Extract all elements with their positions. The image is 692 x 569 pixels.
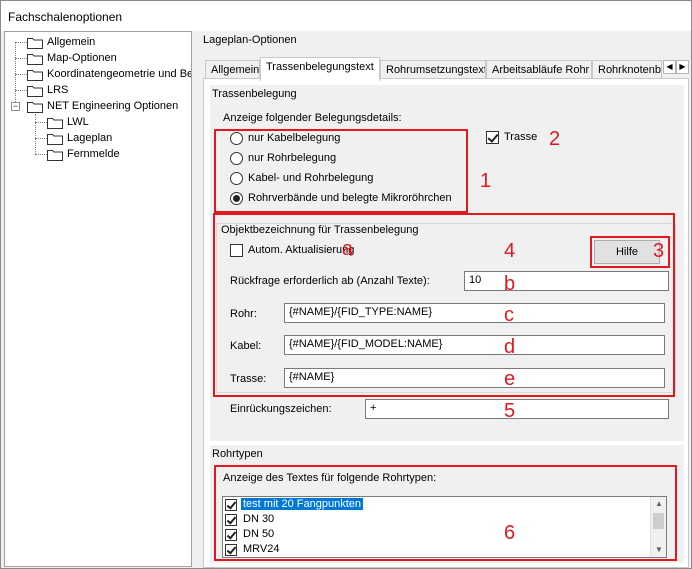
tab-trassenbelegungstext[interactable]: Trassenbelegungstext [260, 57, 380, 81]
tree-line [15, 90, 27, 91]
tree-item-label: NET Engineering Optionen [47, 100, 179, 112]
tab-rohrumsetzungstext[interactable]: Rohrumsetzungstext [380, 60, 486, 80]
window-title: Fachschalenoptionen [8, 10, 123, 24]
tree-line [15, 74, 27, 75]
tab-arbeitsablaeufe-rohr[interactable]: Arbeitsabläufe Rohr [486, 60, 592, 80]
tab-page-trassenbelegungstext: Trassenbelegung Anzeige folgender Belegu… [203, 78, 689, 568]
tree-item-label: Map-Optionen [47, 52, 117, 64]
annotation-box-1 [214, 129, 468, 213]
tab-rohrknotenbel[interactable]: Rohrknotenbel [592, 60, 662, 80]
tree-item-label: Fernmelde [67, 148, 120, 160]
folder-icon [27, 70, 43, 81]
annotation-5: 5 [504, 400, 516, 422]
details-label: Anzeige folgender Belegungsdetails: [223, 112, 402, 124]
tree-line [15, 42, 16, 108]
folder-icon [47, 118, 63, 129]
folder-icon [27, 86, 43, 97]
tree-line [35, 154, 47, 155]
tab-scroll-left-icon[interactable]: ◀ [663, 60, 676, 74]
tree-line [35, 138, 47, 139]
tree-item-label: LRS [47, 84, 69, 96]
options-dialog: Fachschalenoptionen Allgemein Map-Option… [0, 0, 692, 569]
tab-scroll-right-icon[interactable]: ▶ [676, 60, 689, 74]
tree-item-label: Allgemein [47, 36, 96, 48]
tree-line [15, 58, 27, 59]
folder-icon [47, 134, 63, 145]
folder-icon [27, 102, 43, 113]
tree-item-label: Koordinatengeometrie und Ber [47, 68, 192, 80]
tree-line [35, 122, 47, 123]
options-tree[interactable]: Allgemein Map-Optionen Koordinatengeomet… [4, 31, 192, 567]
title-bar: Fachschalenoptionen [1, 1, 691, 31]
annotation-1: 1 [480, 170, 492, 192]
einrueckung-input[interactable]: + [365, 399, 669, 419]
tree-line [15, 42, 27, 43]
tree-line [35, 114, 36, 154]
rohrtypen-title: Rohrtypen [210, 448, 265, 460]
folder-icon [47, 150, 63, 161]
checkbox-label: Trasse [504, 131, 538, 143]
einrueckung-label: Einrückungszeichen: [230, 403, 332, 415]
tab-strip: Allgemein Trassenbelegungstext Rohrumset… [203, 57, 691, 81]
panel-title: Lageplan-Optionen [203, 34, 297, 46]
tree-item-label: LWL [67, 116, 89, 128]
checkbox-indicator [486, 131, 499, 144]
trassenbelegung-title: Trassenbelegung [210, 88, 299, 100]
tree-item-label: Lageplan [67, 132, 113, 144]
tab-allgemein[interactable]: Allgemein [205, 60, 260, 80]
annotation-box-objektbezeichnung [213, 213, 675, 397]
collapse-toggle[interactable]: − [11, 102, 20, 111]
annotation-2: 2 [549, 128, 561, 150]
folder-icon [27, 54, 43, 65]
annotation-box-6 [214, 465, 677, 561]
folder-icon [27, 38, 43, 49]
